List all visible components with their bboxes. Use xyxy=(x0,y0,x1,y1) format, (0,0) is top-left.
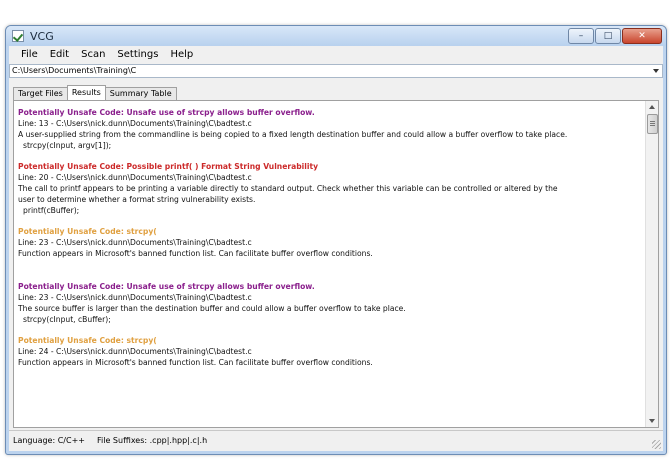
result-description: The call to printf appears to be printin… xyxy=(18,184,558,193)
menu-scan[interactable]: Scan xyxy=(75,47,111,63)
result-entry[interactable]: Potentially Unsafe Code: Unsafe use of s… xyxy=(18,281,642,325)
close-button[interactable]: ✕ xyxy=(622,28,662,44)
grip-line-icon xyxy=(650,123,655,124)
result-entry[interactable]: Potentially Unsafe Code: strcpy( Line: 23… xyxy=(18,226,642,259)
app-icon xyxy=(12,30,24,42)
result-description: Function appears in Microsoft's banned f… xyxy=(18,249,373,258)
grip-line-icon xyxy=(650,125,655,126)
status-file-suffixes: File Suffixes: .cpp|.hpp|.c|.h xyxy=(97,436,208,445)
arrow-down-icon xyxy=(649,419,655,423)
menu-file[interactable]: File xyxy=(15,47,44,63)
tab-results[interactable]: Results xyxy=(66,85,106,100)
result-description: A user-supplied string from the commandl… xyxy=(18,130,568,139)
window-controls: – □ ✕ xyxy=(567,28,662,44)
menu-bar: File Edit Scan Settings Help xyxy=(9,46,663,64)
result-location: Line: 13 - C:\Users\nick.dunn\Documents\… xyxy=(18,119,252,128)
vertical-scrollbar[interactable] xyxy=(645,101,658,427)
resize-grip-icon[interactable] xyxy=(652,440,661,449)
result-entry[interactable]: Potentially Unsafe Code: Unsafe use of s… xyxy=(18,107,642,151)
result-heading: Potentially Unsafe Code: Unsafe use of s… xyxy=(18,108,315,117)
menu-settings[interactable]: Settings xyxy=(111,47,164,63)
result-heading: Potentially Unsafe Code: strcpy( xyxy=(18,227,157,236)
arrow-up-icon xyxy=(649,105,655,109)
result-heading: Potentially Unsafe Code: strcpy( xyxy=(18,336,157,345)
tab-target-files[interactable]: Target Files xyxy=(13,87,68,100)
result-location: Line: 20 - C:\Users\nick.dunn\Documents\… xyxy=(18,173,252,182)
maximize-button[interactable]: □ xyxy=(595,28,621,44)
grip-line-icon xyxy=(650,121,655,122)
status-text: Language: C/C++ File Suffixes: .cpp|.hpp|… xyxy=(13,436,207,445)
vcg-window: VCG – □ ✕ File Edit Scan Settings Help C… xyxy=(5,25,667,455)
results-list: Potentially Unsafe Code: Unsafe use of s… xyxy=(18,107,642,378)
tab-summary-table[interactable]: Summary Table xyxy=(104,87,177,100)
minimize-button[interactable]: – xyxy=(568,28,594,44)
result-code-snippet: printf(cBuffer); xyxy=(23,206,80,215)
result-entry[interactable]: Potentially Unsafe Code: strcpy( Line: 24… xyxy=(18,335,642,368)
client-area: File Edit Scan Settings Help C:\Users\Do… xyxy=(9,46,663,451)
target-path-value: C:\Users\Documents\Training\C xyxy=(12,66,137,75)
result-location: Line: 24 - C:\Users\nick.dunn\Documents\… xyxy=(18,347,252,356)
scroll-up-button[interactable] xyxy=(646,101,658,113)
scroll-down-button[interactable] xyxy=(646,415,658,427)
menu-edit[interactable]: Edit xyxy=(44,47,75,63)
result-location: Line: 23 - C:\Users\nick.dunn\Documents\… xyxy=(18,238,252,247)
result-heading: Potentially Unsafe Code: Unsafe use of s… xyxy=(18,282,315,291)
result-location: Line: 23 - C:\Users\nick.dunn\Documents\… xyxy=(18,293,252,302)
result-entry[interactable]: Potentially Unsafe Code: Possible printf… xyxy=(18,161,642,216)
result-code-snippet: strcpy(cInput, argv[1]); xyxy=(23,141,112,150)
scroll-thumb[interactable] xyxy=(647,114,658,134)
title-bar[interactable]: VCG – □ ✕ xyxy=(6,26,666,46)
window-title: VCG xyxy=(30,30,54,43)
result-code-snippet: strcpy(cInput, cBuffer); xyxy=(23,315,111,324)
result-heading: Potentially Unsafe Code: Possible printf… xyxy=(18,162,319,171)
result-description: user to determine whether a format strin… xyxy=(18,195,256,204)
result-description: The source buffer is larger than the des… xyxy=(18,304,406,313)
status-bar: Language: C/C++ File Suffixes: .cpp|.hpp|… xyxy=(9,430,663,451)
status-language: Language: C/C++ xyxy=(13,436,85,445)
menu-help[interactable]: Help xyxy=(164,47,199,63)
result-description: Function appears in Microsoft's banned f… xyxy=(18,358,373,367)
target-path-combobox[interactable]: C:\Users\Documents\Training\C xyxy=(9,64,663,78)
tab-strip: Target Files Results Summary Table xyxy=(13,85,177,100)
results-panel[interactable]: Potentially Unsafe Code: Unsafe use of s… xyxy=(13,100,659,428)
chevron-down-icon[interactable] xyxy=(653,69,659,73)
